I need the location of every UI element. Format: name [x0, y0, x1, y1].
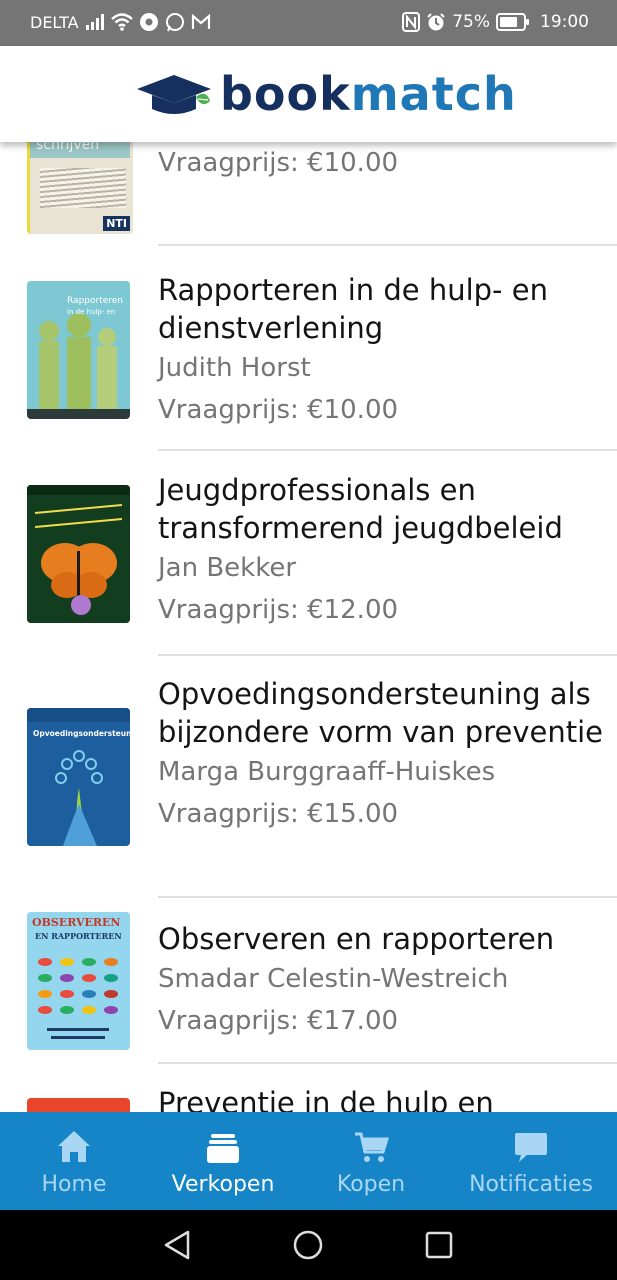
clock: 19:00 [540, 12, 589, 32]
book-list-item[interactable]: Opvoedingsondersteuning Opvoedingsonders… [0, 655, 617, 898]
book-author: Marga Burggraaff-Huiskes [158, 757, 496, 787]
svg-text:in de hulp- en: in de hulp- en [67, 308, 115, 316]
home-icon [58, 1131, 90, 1162]
logo-text-match: match [350, 67, 517, 121]
app-header: bookmatch [0, 46, 617, 142]
battery-percent: 75% [452, 12, 490, 32]
signal-icon [85, 14, 104, 30]
svg-text:OBSERVEREN: OBSERVEREN [32, 916, 120, 929]
alarm-icon [427, 13, 445, 31]
whatsapp-icon [165, 13, 184, 32]
nav-verkopen-label: Verkopen [171, 1172, 275, 1197]
book-list-item[interactable]: Rapporteren in de hulp- en Rapporteren i… [0, 246, 617, 451]
nav-home[interactable]: Home [18, 1112, 130, 1210]
system-navigation-bar [0, 1210, 617, 1280]
home-circle-icon[interactable] [292, 1229, 324, 1261]
nav-verkopen[interactable]: Verkopen [160, 1112, 286, 1210]
book-list-item[interactable]: Preventie in de hulp en [0, 1064, 617, 1112]
battery-icon [496, 13, 529, 31]
chat-bubble-icon [515, 1133, 547, 1162]
book-list[interactable]: schrijven NTI Vraagprijs: €10.00 Rapport… [0, 142, 617, 1112]
svg-text:Rapporteren: Rapporteren [67, 296, 123, 306]
book-cover-1: Rapporteren in de hulp- en [27, 281, 130, 419]
book-author: Jan Bekker [158, 553, 297, 583]
status-bar: DELTA 75% 19:00 [0, 0, 617, 46]
book-title: Rapporteren in de hulp- en dienstverleni… [158, 273, 548, 345]
book-price: Vraagprijs: €10.00 [158, 395, 399, 425]
svg-text:Opvoedingsondersteuning: Opvoedingsondersteuning [33, 729, 130, 738]
book-cover-3: Opvoedingsondersteuning [27, 708, 130, 846]
cover-title: schrijven [36, 142, 100, 153]
book-cover-5 [27, 1098, 130, 1112]
svg-text:EN RAPPORTEREN: EN RAPPORTEREN [35, 931, 122, 941]
nav-notificaties[interactable]: Notificaties [460, 1112, 602, 1210]
bookmatch-logo[interactable]: bookmatch [136, 68, 517, 120]
book-price: Vraagprijs: €15.00 [158, 799, 399, 829]
sell-icon [207, 1134, 239, 1163]
book-title: Preventie in de hulp en [158, 1086, 494, 1112]
book-price: Vraagprijs: €10.00 [158, 148, 399, 178]
cover-badge: NTI [103, 216, 130, 231]
cart-icon [355, 1132, 389, 1162]
book-cover-4: OBSERVEREN EN RAPPORTEREN [27, 912, 130, 1050]
wifi-icon [110, 13, 133, 31]
book-list-item[interactable]: Jeugdprofessionals en transformerend jeu… [0, 451, 617, 656]
book-title: Jeugdprofessionals en transformerend jeu… [158, 473, 563, 545]
gmail-icon [191, 14, 210, 29]
book-title: Opvoedingsondersteuning als bijzondere v… [158, 677, 603, 749]
book-title: Observeren en rapporteren [158, 922, 555, 956]
book-list-item[interactable]: schrijven NTI Vraagprijs: €10.00 [0, 142, 617, 246]
logo-text-book: book [220, 67, 351, 121]
nav-home-label: Home [41, 1172, 107, 1197]
book-cover-0: schrijven NTI [27, 142, 133, 234]
book-cover-2 [27, 485, 130, 623]
back-icon[interactable] [162, 1229, 192, 1261]
graduation-cap-icon [137, 75, 211, 114]
nav-kopen[interactable]: Kopen [322, 1112, 420, 1210]
nav-notificaties-label: Notificaties [469, 1172, 593, 1197]
book-price: Vraagprijs: €12.00 [158, 595, 399, 625]
book-list-item[interactable]: OBSERVEREN EN RAPPORTEREN Observeren en … [0, 898, 617, 1064]
book-price: Vraagprijs: €17.00 [158, 1006, 399, 1036]
book-author: Judith Horst [158, 353, 311, 383]
location-icon [139, 13, 158, 31]
nfc-icon [402, 12, 421, 32]
nav-kopen-label: Kopen [336, 1172, 406, 1197]
carrier-label: DELTA [30, 12, 79, 32]
book-author: Smadar Celestin-Westreich [158, 964, 509, 994]
recents-icon[interactable] [424, 1230, 454, 1260]
bottom-navigation: Home Verkopen Kopen Notificaties [0, 1112, 617, 1210]
